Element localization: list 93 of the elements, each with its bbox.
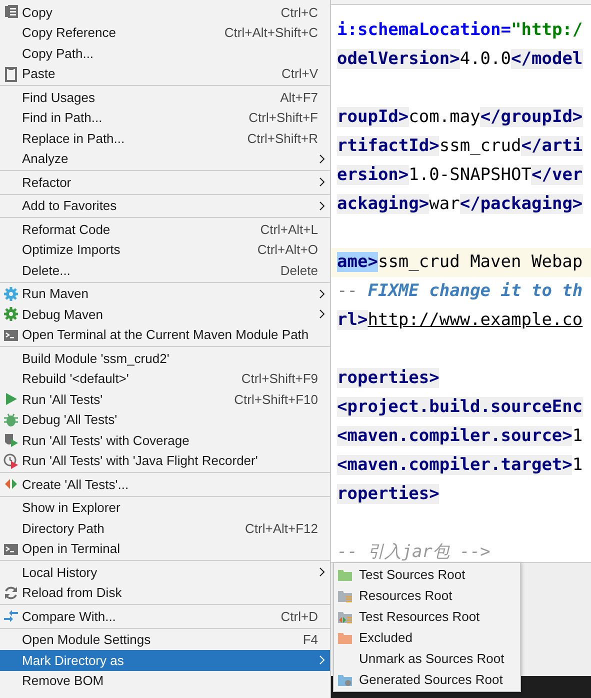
gear-icon [3,306,19,322]
clock-run-icon [3,452,19,469]
menu-item[interactable]: Build Module 'ssm_crud2' [0,348,330,368]
clipboard-icon [3,66,19,82]
bug-icon [3,412,19,428]
menu-item[interactable]: Rebuild '<default>' Ctrl+Shift+F9 [0,368,330,389]
menu-item[interactable]: Excluded [334,627,520,648]
code-token: <project.build.sourceEnc [337,397,583,417]
shortcut-label: Delete [280,262,318,278]
menu-item[interactable]: Paste Ctrl+V [0,64,330,84]
code-token: roupId> [337,107,409,127]
menu-item[interactable]: Refactor [0,172,330,192]
menu-item[interactable]: Test Resources Root [334,606,520,627]
code-token: ame> [337,252,378,272]
shortcut-label: Ctrl+Shift+F10 [234,392,318,407]
menu-item[interactable]: Create 'All Tests'... [0,474,330,494]
menu-item[interactable]: Find in Path... Ctrl+Shift+F [0,108,330,128]
shortcut-label: Ctrl+D [280,608,318,624]
code-token: 4.0.0 [460,49,512,69]
shortcut-label: Ctrl+V [282,66,318,82]
menu-item[interactable]: Directory Path Ctrl+Alt+F12 [0,518,330,538]
code-token: roperties> [337,368,440,388]
menu-item[interactable]: Add to Favorites [0,196,330,216]
menu-item[interactable]: Reformat Code Ctrl+Alt+L [0,219,330,240]
menu-item[interactable]: Run Maven [0,284,330,304]
code-token: 1 [572,455,583,475]
code-token: ssm_crud Maven Webap [378,252,583,272]
menu-item[interactable]: Local History [0,562,330,582]
compare-arrows-icon [3,608,19,624]
menu-item[interactable]: Debug 'All Tests' [0,410,330,430]
code-token: "http:/ [511,20,583,40]
code-token: war [429,194,460,214]
gear-icon [3,286,19,302]
menu-item[interactable]: Mark Directory as [0,650,330,670]
code-token: com.may [408,107,480,127]
menu-item[interactable]: Generated Sources Root [334,669,520,690]
code-token: </model [511,49,583,69]
menu-item[interactable]: Run 'All Tests' with Coverage [0,430,330,450]
code-token: rl> [337,310,368,330]
menu-item[interactable]: Compare With... Ctrl+D [0,606,330,626]
code-token: ersion> [337,165,409,185]
menu-item[interactable]: Debug Maven [0,304,330,324]
shield-run-icon [3,432,19,448]
menu-item[interactable]: Open Terminal at the Current Maven Module Path [0,324,330,345]
code-token: i:schemaLocation= [337,20,511,40]
shortcut-label: Ctrl+C [280,4,318,20]
code-token: </packaging> [460,194,583,214]
menu-item[interactable]: Delete... Delete [0,260,330,280]
shortcut-label: Ctrl+Alt+F12 [245,520,318,536]
shortcut-label: Ctrl+Shift+F [248,110,318,126]
shortcut-label: F4 [302,632,318,648]
menu-item[interactable]: Resources Root [334,585,520,606]
reload-icon [3,584,19,601]
menu-item[interactable]: Find Usages Alt+F7 [0,87,330,108]
code-token: 1.0-SNAPSHOT [408,165,532,185]
menu-item[interactable]: Remove BOM [0,670,330,691]
menu-item[interactable]: Open Module Settings F4 [0,630,330,650]
code-token: </arti [521,136,583,156]
menu-item[interactable]: Optimize Imports Ctrl+Alt+O [0,240,330,260]
shortcut-label: Alt+F7 [280,90,318,105]
code-token: 1 [572,426,583,446]
code-token: <maven.compiler.target> [337,455,572,475]
code-token: ackaging> [337,194,430,214]
shortcut-label: Ctrl+Shift+R [247,130,318,146]
menu-item[interactable]: Show in Explorer [0,498,330,518]
code-token: </groupId> [480,107,583,127]
shortcut-label: Ctrl+Alt+Shift+C [224,25,318,40]
run-icon [3,391,19,408]
menu-item[interactable]: Run 'All Tests' with 'Java Flight Recorder' [0,450,330,471]
menu-item[interactable]: Unmark as Sources Root [334,648,520,669]
code-token: ssm_crud [439,136,522,156]
code-token: roperties> [337,484,440,504]
menu-item[interactable]: Copy Reference Ctrl+Alt+Shift+C [0,22,330,43]
menu-item[interactable]: Analyze [0,148,330,169]
shortcut-label: Ctrl+Shift+F9 [241,371,318,386]
code-token: </ver [531,165,583,185]
code-token: -- 引入jar包 --> [337,542,490,562]
shortcut-label: Ctrl+Alt+L [260,222,318,237]
menu-item[interactable]: Reload from Disk [0,582,330,603]
menu-item[interactable]: Run 'All Tests' Ctrl+Shift+F10 [0,389,330,410]
menu-item[interactable]: Open in Terminal [0,538,330,559]
menu-item[interactable]: Test Sources Root [334,564,520,585]
shortcut-label: Ctrl+Alt+O [257,242,318,258]
code-token: FIXME change it to th [366,281,583,301]
menu-item[interactable]: Copy Path... [0,43,330,64]
menu-item[interactable]: Replace in Path... Ctrl+Shift+R [0,128,330,148]
code-token: <maven.compiler.source> [337,426,572,446]
code-token: http://www.example.co [368,310,583,330]
code-token: odelVersion> [337,49,460,69]
menu-item[interactable]: Copy Ctrl+C [0,2,330,22]
code-token: rtifactId> [337,136,440,156]
code-token: -- [337,281,358,301]
copy-icon [3,4,19,20]
